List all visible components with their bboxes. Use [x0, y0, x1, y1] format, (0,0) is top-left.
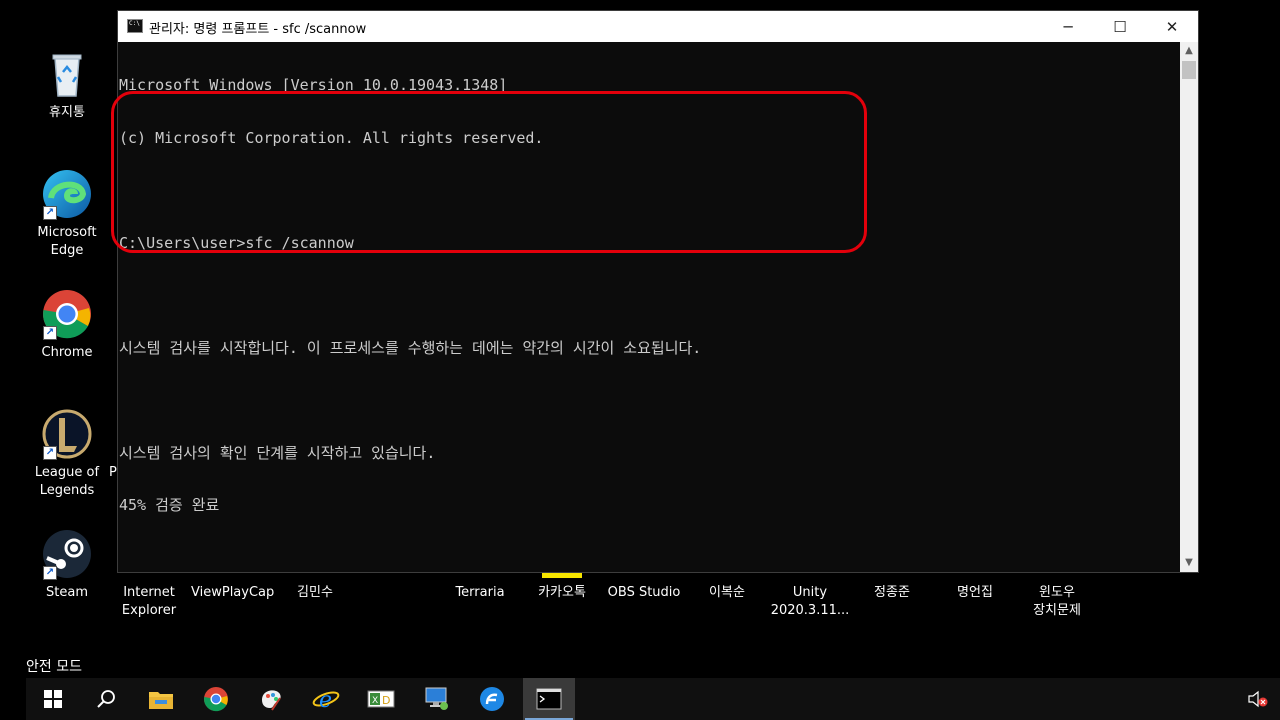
scrollbar-thumb[interactable] [1182, 61, 1196, 79]
xd-icon: X D [367, 690, 395, 708]
internet-explorer-button[interactable]: e [302, 678, 350, 720]
svg-text:e: e [319, 688, 332, 712]
xd-app-button[interactable]: X D [357, 678, 405, 720]
command-prompt-taskbar-button[interactable] [523, 678, 575, 720]
file-explorer-icon [149, 692, 173, 709]
start-button[interactable] [29, 678, 77, 720]
svg-text:X: X [372, 696, 378, 706]
windows-device-problem-label: 윈도우 장치문제 [1033, 585, 1081, 618]
recycle-bin-icon [41, 48, 93, 100]
console-line-verification-phase: 시스템 검사의 확인 단계를 시작하고 있습니다. [119, 443, 436, 462]
search-button[interactable] [82, 678, 130, 720]
app-blue-button[interactable] [468, 678, 516, 720]
close-icon: ✕ [1165, 17, 1179, 36]
scroll-down-icon[interactable]: ▼ [1180, 554, 1198, 572]
close-button[interactable]: ✕ [1146, 11, 1198, 42]
unity-label: Unity 2020.3.11... [770, 585, 850, 618]
kakaotalk-label: 카카오톡 [538, 585, 586, 600]
viewplaycap-label: ViewPlayCap [191, 585, 275, 600]
console-line-progress: 45% 검증 완료 [119, 496, 220, 514]
shortcut-arrow-icon: ↗ [43, 326, 57, 340]
console-line-scan-start: 시스템 검사를 시작합니다. 이 프로세스를 수행하는 데에는 약간의 시간이 … [119, 338, 702, 357]
paint-3d-icon [262, 690, 281, 711]
edge-label: Microsoft Edge [37, 225, 97, 258]
taskbar: e X D [26, 678, 1280, 720]
maximize-button[interactable]: ☐ [1094, 11, 1146, 42]
paint-3d-button[interactable] [247, 678, 295, 720]
shortcut-arrow-icon: ↗ [43, 446, 57, 460]
terraria-label: Terraria [455, 585, 505, 600]
console-line-copyright: (c) Microsoft Corporation. All rights re… [119, 128, 544, 147]
kimminsu-label: 김민수 [297, 585, 333, 600]
edge-icon: ↗ [41, 168, 93, 220]
microsoft-edge-shortcut[interactable]: ↗ Microsoft Edge [26, 168, 108, 260]
steam-icon: ↗ [41, 528, 93, 580]
league-of-legends-label: League of Legends [34, 465, 100, 498]
internet-explorer-label: Internet Explorer [121, 585, 177, 618]
partial-desktop-label: P [109, 465, 117, 480]
chrome-shortcut[interactable]: ↗ Chrome [26, 288, 108, 362]
recycle-bin-label: 휴지통 [49, 105, 85, 120]
league-of-legends-icon: ↗ [41, 408, 93, 460]
volume-button[interactable] [1238, 678, 1278, 720]
minimize-button[interactable]: ─ [1042, 11, 1094, 42]
app-blue-icon [480, 687, 504, 711]
volume-muted-icon [1248, 690, 1268, 708]
myeongeonjip-label: 명언집 [957, 585, 993, 600]
league-of-legends-shortcut[interactable]: ↗ League of Legends [26, 408, 108, 500]
safe-mode-label: 안전 모드 [26, 659, 82, 675]
shortcut-arrow-icon: ↗ [43, 566, 57, 580]
title-bar[interactable]: 관리자: 명령 프롬프트 - sfc /scannow ─ ☐ ✕ [118, 11, 1198, 42]
svg-text:D: D [382, 694, 390, 707]
command-prompt-icon [127, 19, 143, 33]
console-output[interactable]: Microsoft Windows [Version 10.0.19043.13… [118, 42, 1180, 572]
console-line-command: C:\Users\user>sfc /scannow [119, 233, 354, 252]
jeongjongjun-label: 정종준 [874, 585, 910, 600]
chrome-icon [204, 687, 228, 712]
steam-shortcut[interactable]: ↗ Steam [26, 528, 108, 602]
start-icon [44, 690, 62, 708]
remote-desktop-icon [425, 687, 448, 710]
command-prompt-window[interactable]: 관리자: 명령 프롬프트 - sfc /scannow ─ ☐ ✕ Micros… [117, 10, 1199, 573]
shortcut-arrow-icon: ↗ [43, 206, 57, 220]
window-title: 관리자: 명령 프롬프트 - sfc /scannow [149, 22, 367, 37]
chrome-icon: ↗ [41, 288, 93, 340]
remote-desktop-button[interactable] [413, 678, 461, 720]
chrome-taskbar-button[interactable] [192, 678, 240, 720]
steam-label: Steam [46, 585, 88, 600]
search-icon [97, 690, 115, 708]
file-explorer-button[interactable] [137, 678, 185, 720]
console-line-version: Microsoft Windows [Version 10.0.19043.13… [119, 76, 508, 94]
chrome-label: Chrome [41, 345, 93, 360]
obs-studio-label: OBS Studio [607, 585, 681, 600]
leeboksun-label: 이복순 [709, 585, 745, 600]
maximize-icon: ☐ [1113, 17, 1127, 36]
vertical-scrollbar[interactable]: ▲ ▼ [1180, 42, 1198, 572]
command-prompt-icon [536, 688, 562, 710]
recycle-bin-shortcut[interactable]: 휴지통 [26, 48, 108, 122]
internet-explorer-icon: e [312, 688, 340, 712]
scroll-up-icon[interactable]: ▲ [1180, 42, 1198, 60]
minimize-icon: ─ [1063, 17, 1073, 36]
